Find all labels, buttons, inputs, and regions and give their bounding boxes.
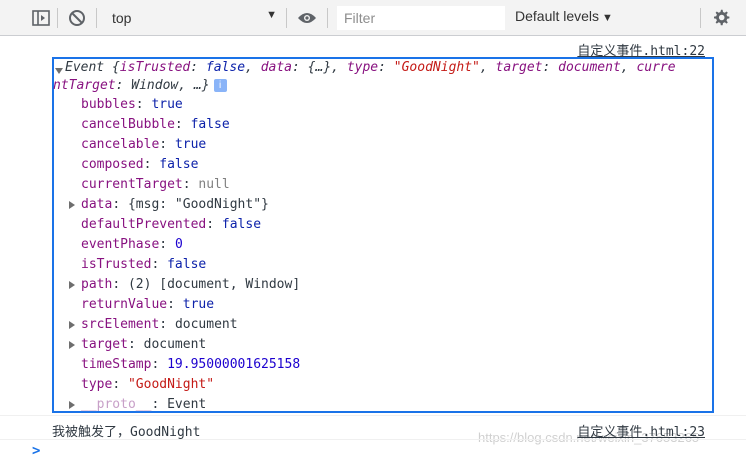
toolbar-separator [327, 8, 328, 28]
property-row: returnValue: true [81, 297, 215, 312]
property-value: document [143, 337, 207, 352]
console-toolbar: top ▼ Default levels▼ [0, 0, 746, 36]
property-row: isTrusted: false [81, 257, 207, 272]
property-row: bubbles: true [81, 97, 183, 112]
property-key: target [81, 337, 128, 352]
log-levels-label: Default levels [515, 8, 600, 24]
property-key: isTrusted [81, 257, 152, 272]
property-row: composed: false [81, 157, 199, 172]
log-message: 我被触发了，GoodNight [52, 425, 201, 440]
property-value: false [159, 157, 199, 172]
info-icon[interactable]: i [213, 79, 227, 92]
property-value: "GoodNight" [127, 377, 215, 392]
property-value: Event [167, 397, 207, 412]
property-row[interactable]: data: {msg: "GoodNight"} [81, 195, 269, 215]
property-row: timeStamp: 19.95000001625158 [81, 357, 301, 372]
event-summary-line1[interactable]: Event {isTrusted: false, data: {…}, type… [65, 58, 676, 78]
property-value: (2) [document, Window] [127, 277, 301, 292]
property-value: 0 [174, 237, 183, 252]
property-key: currentTarget [81, 177, 183, 192]
dropdown-arrow-icon: ▼ [266, 9, 277, 21]
clear-console-icon[interactable] [67, 8, 87, 28]
property-value: false [221, 217, 262, 232]
property-row[interactable]: __proto__: Event [81, 395, 206, 415]
property-key: data [81, 197, 113, 212]
property-value: {msg: "GoodNight"} [127, 197, 269, 212]
property-key: returnValue [81, 297, 168, 312]
property-value: false [167, 257, 207, 272]
property-row: cancelable: true [81, 137, 207, 152]
toolbar-separator [57, 8, 58, 28]
property-key: eventPhase [81, 237, 160, 252]
settings-gear-icon[interactable] [711, 8, 731, 28]
property-key: __proto__ [81, 397, 152, 412]
property-value: false [190, 117, 230, 132]
property-key: srcElement [81, 317, 160, 332]
source-link[interactable]: 自定义事件.html:23 [577, 421, 705, 440]
expand-triangle-icon[interactable] [69, 201, 75, 209]
event-summary-line2: ntTarget: Window, …} i [53, 76, 227, 96]
console-prompt-icon[interactable]: > [32, 443, 40, 457]
property-row: currentTarget: null [81, 177, 230, 192]
property-value: document [174, 317, 238, 332]
property-key: bubbles [81, 97, 136, 112]
property-value: true [182, 297, 215, 312]
property-value: 19.95000001625158 [167, 357, 301, 372]
collapse-triangle-icon[interactable] [55, 68, 63, 74]
expand-triangle-icon[interactable] [69, 341, 75, 349]
property-value: true [174, 137, 207, 152]
property-key: cancelable [81, 137, 160, 152]
property-key: path [81, 277, 113, 292]
property-value: true [151, 97, 183, 112]
expand-triangle-icon[interactable] [69, 321, 75, 329]
message-divider [0, 439, 746, 440]
property-row: defaultPrevented: false [81, 217, 262, 232]
message-divider [0, 415, 746, 416]
property-value: null [198, 177, 230, 192]
sidebar-toggle-icon[interactable] [31, 8, 51, 28]
property-key: composed [81, 157, 144, 172]
property-key: timeStamp [81, 357, 152, 372]
toolbar-separator [286, 8, 287, 28]
property-row[interactable]: srcElement: document [81, 315, 238, 335]
expand-triangle-icon[interactable] [69, 281, 75, 289]
property-row: type: "GoodNight" [81, 377, 215, 392]
property-key: type [81, 377, 113, 392]
dropdown-arrow-icon: ▼ [602, 12, 613, 24]
property-row: cancelBubble: false [81, 117, 230, 132]
context-selector-label: top [112, 10, 132, 26]
property-key: defaultPrevented [81, 217, 207, 232]
live-expression-eye-icon[interactable] [297, 8, 317, 28]
expand-triangle-icon[interactable] [69, 401, 75, 409]
toolbar-separator [96, 8, 97, 28]
property-key: cancelBubble [81, 117, 175, 132]
toolbar-separator [700, 8, 701, 28]
log-levels-dropdown[interactable]: Default levels ▼ [515, 8, 613, 24]
property-row: eventPhase: 0 [81, 237, 183, 252]
property-row[interactable]: target: document [81, 335, 206, 355]
property-row[interactable]: path: (2) [document, Window] [81, 275, 300, 295]
filter-input[interactable] [337, 6, 505, 30]
context-selector[interactable]: top ▼ [106, 6, 281, 30]
